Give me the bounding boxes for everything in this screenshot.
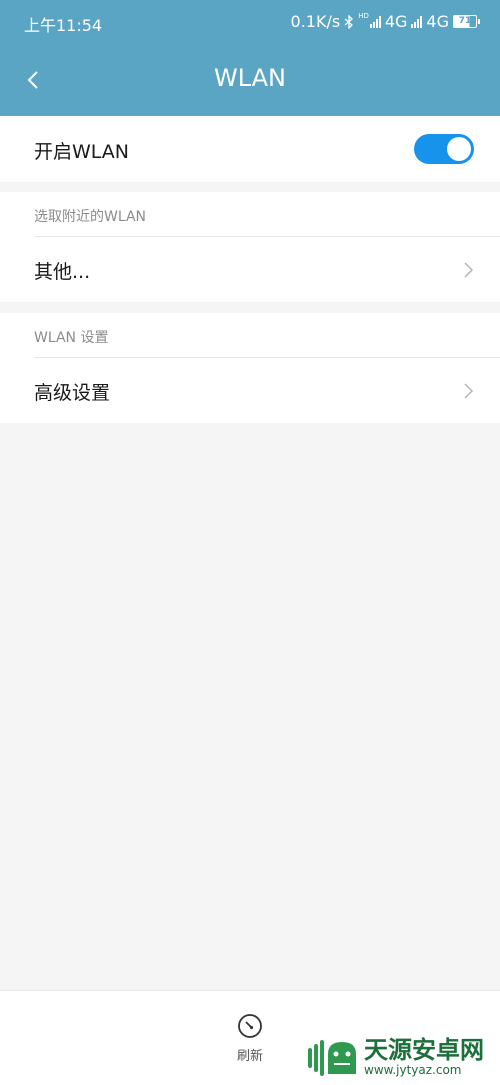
- wlan-toggle-label: 开启WLAN: [34, 141, 130, 163]
- hd-tag: HD: [358, 12, 369, 20]
- nearby-section-header: 选取附近的WLAN: [34, 209, 147, 225]
- watermark-logo: 天源安卓网 www.jytyaz.com: [306, 1030, 500, 1084]
- wlan-toggle-switch[interactable]: [414, 134, 474, 164]
- wlan-settings-section: WLAN 设置 高级设置: [0, 313, 500, 423]
- battery-level: 71: [453, 15, 477, 28]
- network-speed: 0.1K/s: [290, 12, 341, 31]
- advanced-settings-label: 高级设置: [34, 382, 111, 404]
- watermark-title: 天源安卓网: [364, 1036, 484, 1064]
- chevron-right-icon: [464, 383, 474, 399]
- refresh-button[interactable]: 刷新: [220, 1011, 280, 1064]
- network-type-2: 4G: [426, 12, 449, 31]
- bluetooth-icon: [344, 14, 354, 29]
- status-time: 上午11:54: [24, 16, 103, 35]
- status-indicators: 0.1K/s HD 4G 4G 71: [291, 12, 480, 31]
- battery-icon: 71: [453, 15, 480, 28]
- nearby-networks-section: 选取附近的WLAN 其他...: [0, 192, 500, 302]
- network-type-1: 4G: [384, 12, 408, 31]
- android-logo-icon: [308, 1040, 356, 1076]
- app-header: 上午11:54 0.1K/s HD 4G 4G 71 WLAN: [0, 0, 500, 116]
- signal-bars-icon: [369, 15, 381, 28]
- other-network-item[interactable]: 其他...: [0, 237, 500, 302]
- refresh-icon: [238, 1014, 262, 1038]
- page-title: WLAN: [213, 64, 287, 92]
- advanced-settings-item[interactable]: 高级设置: [0, 358, 500, 423]
- settings-section-header: WLAN 设置: [34, 330, 109, 346]
- refresh-label: 刷新: [236, 1049, 263, 1064]
- chevron-right-icon: [464, 262, 474, 278]
- toggle-knob: [447, 137, 471, 161]
- status-bar: 上午11:54 0.1K/s HD 4G 4G 71: [0, 0, 500, 44]
- watermark-url: www.jytyaz.com: [364, 1063, 462, 1077]
- signal-bars-icon: [411, 15, 423, 28]
- watermark-text: 天源安卓网 www.jytyaz.com: [364, 1037, 484, 1077]
- other-network-label: 其他...: [34, 261, 91, 283]
